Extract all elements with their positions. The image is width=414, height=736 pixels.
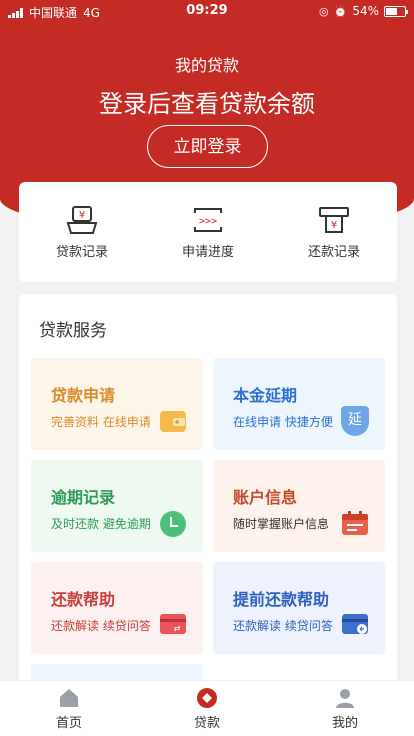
home-icon	[60, 689, 78, 707]
svg-text:¥: ¥	[79, 210, 85, 221]
card-title: 账户信息	[233, 488, 298, 507]
alarm-icon: ⏰	[333, 4, 348, 18]
login-button[interactable]: 立即登录	[147, 125, 268, 168]
tab-label: 我的	[331, 716, 358, 731]
svg-text:¥: ¥	[331, 220, 337, 231]
card-subtitle: 还款解读 续贷问答	[233, 619, 333, 633]
card-title: 提前还款帮助	[233, 590, 330, 609]
calendar-icon	[342, 511, 368, 535]
extend-shield-icon: 延	[341, 406, 369, 436]
tab-home[interactable]: 首页	[0, 681, 138, 736]
quick-progress[interactable]: >>> 申请进度	[158, 205, 258, 260]
quick-repay-record[interactable]: ¥ 还款记录	[284, 205, 384, 260]
card-return-icon	[342, 614, 368, 634]
card-overdue-record[interactable]: 逾期记录 及时还款 避免逾期	[31, 460, 203, 552]
quick-actions: ¥ 贷款记录 >>> 申请进度 ¥ 还款记录	[19, 182, 397, 282]
loan-icon	[197, 688, 217, 708]
tab-profile[interactable]: 我的	[276, 681, 414, 736]
tab-label: 贷款	[193, 716, 220, 731]
lock-rotation-icon: ◎	[319, 4, 329, 18]
quick-label: 贷款记录	[55, 244, 108, 260]
tab-label: 首页	[55, 716, 82, 731]
battery-percent: 54%	[352, 4, 379, 18]
card-title: 逾期记录	[51, 488, 116, 507]
svg-text:⇄: ⇄	[174, 624, 181, 633]
tab-loan[interactable]: 贷款	[138, 681, 276, 736]
section-title: 贷款服务	[39, 321, 107, 341]
card-subtitle: 及时还款 避免逾期	[51, 517, 151, 531]
repay-record-icon: ¥	[319, 206, 349, 233]
quick-loan-record[interactable]: ¥ 贷款记录	[32, 205, 132, 260]
card-subtitle: 还款解读 续贷问答	[51, 619, 151, 633]
card-title: 本金延期	[233, 386, 298, 405]
loan-record-icon: ¥	[66, 205, 98, 234]
card-account-info[interactable]: 账户信息 随时掌握账户信息	[213, 460, 385, 552]
progress-icon: >>>	[194, 207, 222, 232]
card-transfer-icon: ⇄	[160, 614, 186, 634]
card-title: 贷款申请	[51, 386, 116, 405]
page-title: 我的贷款	[174, 56, 239, 75]
quick-label: 申请进度	[181, 244, 234, 260]
card-repay-help[interactable]: 还款帮助 还款解读 续贷问答 ⇄	[31, 562, 203, 654]
loan-balance-text: 登录后查看贷款余额	[99, 90, 315, 118]
bottom-tab-bar: 首页 贷款 我的	[0, 680, 414, 736]
status-bar: 中国联通 4G 09:29 ◎ ⏰ 54%	[0, 0, 414, 22]
svg-text:>>>: >>>	[199, 216, 217, 227]
battery-icon	[384, 5, 408, 17]
card-subtitle: 随时掌握账户信息	[233, 517, 330, 531]
profile-icon	[336, 689, 354, 708]
quick-label: 还款记录	[307, 244, 360, 260]
wallet-icon	[160, 411, 186, 432]
card-title: 还款帮助	[51, 590, 116, 609]
card-subtitle: 完善资料 在线申请	[51, 415, 151, 429]
card-loan-apply[interactable]: 贷款申请 完善资料 在线申请	[31, 358, 203, 450]
card-subtitle: 在线申请 快捷方便	[233, 415, 333, 429]
card-early-repay-help[interactable]: 提前还款帮助 还款解读 续贷问答	[213, 562, 385, 654]
loan-services-panel: 贷款服务 贷款申请 完善资料 在线申请 本金延期 在线申请 快捷方便 延 逾期记…	[19, 294, 397, 694]
clock-icon	[160, 511, 186, 537]
card-principal-extend[interactable]: 本金延期 在线申请 快捷方便 延	[213, 358, 385, 450]
